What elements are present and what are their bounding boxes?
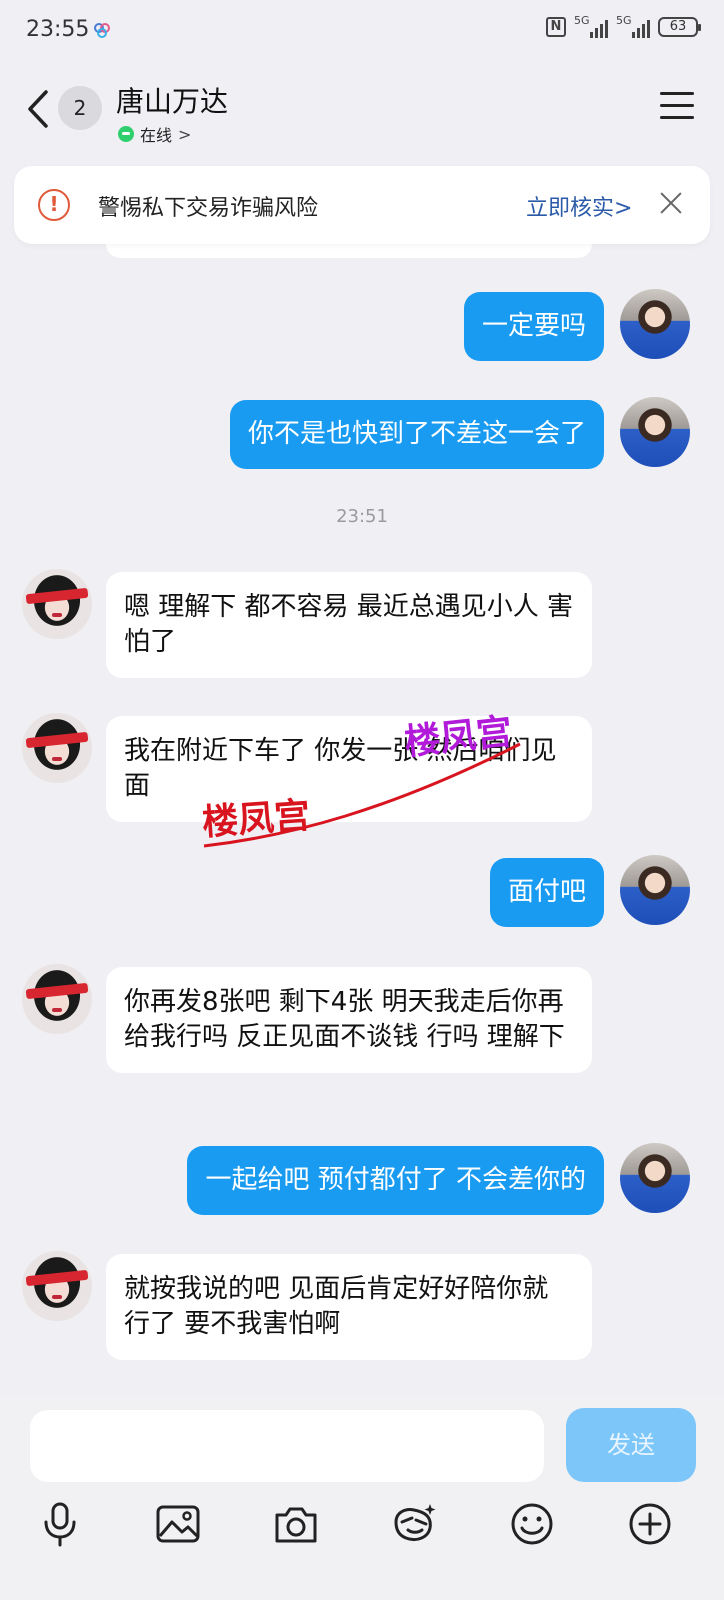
message-bubble-sent[interactable]: 一起给吧 预付都付了 不会差你的 bbox=[187, 1146, 604, 1215]
verify-now-link[interactable]: 立即核实> bbox=[526, 190, 632, 222]
send-button[interactable]: 发送 bbox=[566, 1408, 696, 1482]
close-icon[interactable] bbox=[658, 190, 684, 216]
back-arrow-icon[interactable] bbox=[24, 88, 50, 130]
chat-header: 2 唐山万达 在线 > bbox=[0, 60, 724, 160]
message-bubble-sent[interactable]: 面付吧 bbox=[489, 858, 604, 927]
status-bar: 23:55 N 5G 5G 63 bbox=[0, 0, 724, 60]
chat-title[interactable]: 唐山万达 bbox=[116, 80, 228, 120]
my-avatar[interactable] bbox=[620, 1143, 690, 1213]
menu-icon[interactable] bbox=[660, 92, 694, 120]
signal-icon-2: 5G bbox=[616, 14, 650, 38]
cloud-app-icon bbox=[94, 23, 110, 38]
warning-text: 警惕私下交易诈骗风险 bbox=[98, 196, 319, 221]
microphone-icon[interactable] bbox=[36, 1500, 84, 1548]
signal-icon: 5G bbox=[574, 14, 608, 38]
contact-avatar[interactable] bbox=[22, 1251, 92, 1321]
message-bubble-sent[interactable]: 一定要吗 bbox=[463, 292, 604, 361]
message-input[interactable] bbox=[30, 1410, 544, 1482]
message-bubble-sent[interactable]: 你不是也快到了不差这一会了 bbox=[229, 400, 604, 469]
my-avatar[interactable] bbox=[620, 397, 690, 467]
sticker-icon[interactable] bbox=[390, 1500, 438, 1548]
warning-icon: ! bbox=[38, 189, 70, 221]
message-bubble-received[interactable]: 我在附近下车了 你发一张 然后咱们见面 bbox=[106, 716, 592, 822]
my-avatar[interactable] bbox=[620, 855, 690, 925]
contact-avatar[interactable] bbox=[22, 964, 92, 1034]
camera-icon[interactable] bbox=[272, 1500, 320, 1548]
my-avatar[interactable] bbox=[620, 289, 690, 359]
image-icon[interactable] bbox=[154, 1500, 202, 1548]
online-dot-icon bbox=[118, 126, 134, 142]
plus-icon[interactable] bbox=[626, 1500, 674, 1548]
nfc-icon: N bbox=[546, 17, 566, 37]
message-bubble-received[interactable]: 就按我说的吧 见面后肯定好好陪你就行了 要不我害怕啊 bbox=[106, 1254, 592, 1360]
emoji-icon[interactable] bbox=[508, 1500, 556, 1548]
message-bubble-received[interactable]: 嗯 理解下 都不容易 最近总遇见小人 害怕了 bbox=[106, 572, 592, 678]
composer: 发送 bbox=[0, 1396, 724, 1600]
composer-toolbar bbox=[0, 1500, 724, 1570]
fraud-warning-banner: ! 警惕私下交易诈骗风险 立即核实> bbox=[14, 166, 710, 244]
chevron-right-icon: > bbox=[178, 124, 192, 144]
online-status-label: 在线 bbox=[140, 126, 173, 145]
contact-avatar[interactable] bbox=[22, 713, 92, 783]
status-time: 23:55 bbox=[26, 17, 90, 42]
battery-icon: 63 bbox=[658, 17, 701, 37]
message-bubble-received[interactable]: 你再发8张吧 剩下4张 明天我走后你再给我行吗 反正见面不谈钱 行吗 理解下 bbox=[106, 967, 592, 1073]
online-status[interactable]: 在线 > bbox=[118, 122, 191, 146]
status-indicators: N 5G 5G 63 bbox=[546, 14, 701, 38]
contact-avatar[interactable] bbox=[22, 569, 92, 639]
unread-count-badge[interactable]: 2 bbox=[58, 86, 102, 130]
time-divider: 23:51 bbox=[336, 506, 388, 527]
